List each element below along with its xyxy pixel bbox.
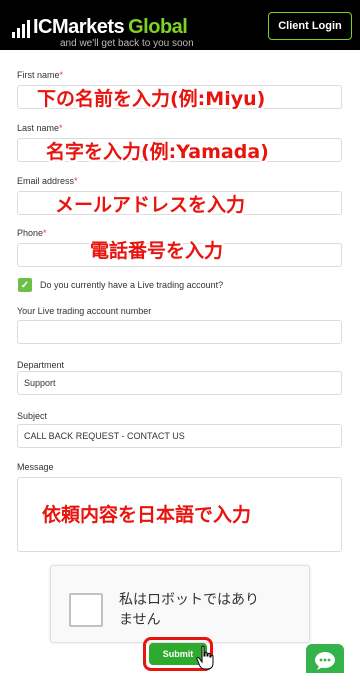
annotation-first-name: 下の名前を入力(例:Miyu): [37, 88, 266, 110]
message-label: Message: [17, 462, 54, 472]
ic-markets-logo[interactable]: IC Markets Global: [12, 14, 188, 38]
phone-label: Phone*: [17, 228, 47, 238]
live-account-question: Do you currently have a Live trading acc…: [40, 280, 224, 290]
first-name-label: First name*: [17, 70, 64, 80]
annotation-last-name: 名字を入力(例:Yamada): [46, 141, 269, 163]
recaptcha-checkbox[interactable]: [69, 593, 103, 627]
annotation-message: 依頼内容を日本語で入力: [42, 504, 252, 526]
logo-markets-text: Markets: [52, 16, 125, 38]
recaptcha-label: 私はロボットではあり ません: [119, 592, 259, 628]
hand-cursor-icon: [196, 645, 214, 670]
logo-global-text: Global: [128, 16, 188, 38]
partial-intro-text: and we'll get back to you soon: [60, 38, 194, 49]
annotation-email: メールアドレスを入力: [55, 194, 246, 216]
live-account-checkbox[interactable]: ✓: [18, 278, 32, 292]
department-select[interactable]: Support: [17, 371, 342, 395]
subject-label: Subject: [17, 411, 48, 421]
live-account-number-label: Your Live trading account number: [17, 306, 152, 316]
recaptcha-widget: 私はロボットではあり ません: [50, 565, 310, 643]
chat-button[interactable]: [306, 644, 344, 673]
chat-icon: [315, 652, 335, 670]
email-label: Email address*: [17, 176, 78, 186]
last-name-label: Last name*: [17, 123, 63, 133]
department-label: Department: [17, 360, 65, 370]
client-login-button[interactable]: Client Login: [268, 12, 352, 40]
subject-field[interactable]: CALL BACK REQUEST - CONTACT US: [17, 424, 342, 448]
logo-bars-icon: [12, 18, 30, 38]
annotation-phone: 電話番号を入力: [90, 240, 224, 262]
logo-ic-text: IC: [33, 16, 53, 38]
live-account-number-field[interactable]: [17, 320, 342, 344]
